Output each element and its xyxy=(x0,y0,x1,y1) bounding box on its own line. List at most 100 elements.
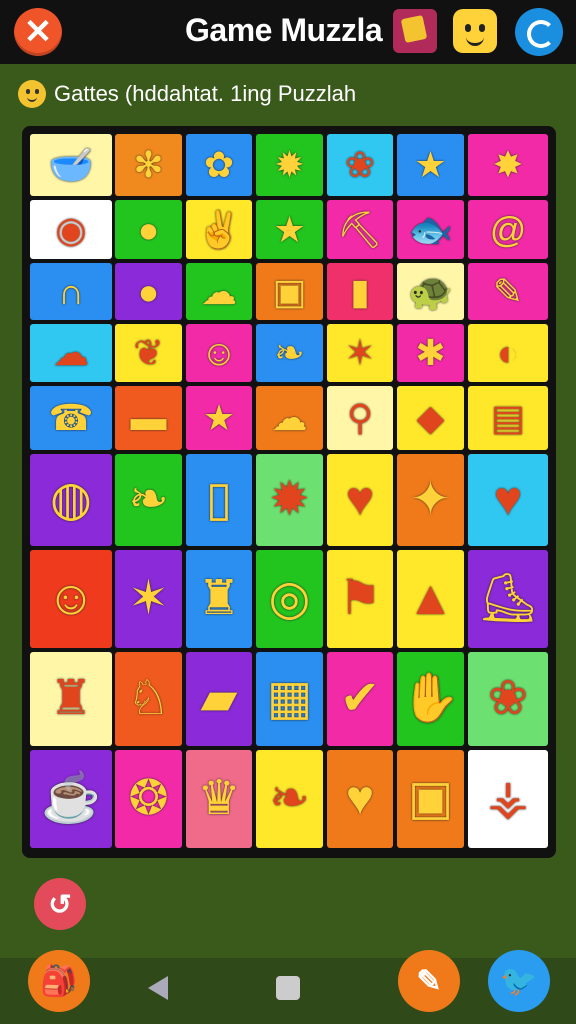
leaf-green-icon: ❧ xyxy=(269,772,310,825)
tile-flower[interactable]: ✿ xyxy=(186,134,252,196)
tile-planet-ring[interactable]: ✶ xyxy=(115,550,182,648)
top-bar: ✕ Game Muzzla xyxy=(0,0,576,64)
book-icon[interactable] xyxy=(393,9,437,53)
tile-pen[interactable]: ⚶ xyxy=(468,750,548,848)
tile-spiral[interactable]: @ xyxy=(468,200,548,259)
phone-check-icon: ✔ xyxy=(339,672,381,725)
tile-star-blue[interactable]: ★ xyxy=(186,386,252,450)
close-button[interactable]: ✕ xyxy=(14,8,62,56)
splat-icon: ✱ xyxy=(415,332,446,373)
tile-target[interactable]: ◎ xyxy=(256,550,323,648)
tile-leaf[interactable]: ❧ xyxy=(256,324,323,382)
cup-icon: ☕ xyxy=(41,772,101,825)
coin-icon: ◉ xyxy=(55,208,87,250)
pen-icon: ⚶ xyxy=(487,772,529,825)
tile-basket[interactable]: ▦ xyxy=(256,652,323,746)
tile-heart-split[interactable]: ♥ xyxy=(327,750,393,848)
tile-fish[interactable]: 🐟 xyxy=(397,200,464,259)
status-line: Gattes (hddahtat. 1ing Puzzlah xyxy=(18,80,356,108)
tile-splat[interactable]: ✱ xyxy=(397,324,464,382)
jug-icon: ♜ xyxy=(49,672,93,725)
tile-gear-flower[interactable]: ❀ xyxy=(327,134,393,196)
tile-jug[interactable]: ♜ xyxy=(30,652,112,746)
tile-ball-stick[interactable]: ◍ xyxy=(30,454,112,546)
pencil-button[interactable]: ✎ xyxy=(398,950,460,1012)
pickaxe-icon: ⛏ xyxy=(337,208,383,250)
tile-radio[interactable]: ▣ xyxy=(256,263,323,320)
twitter-button[interactable]: 🐦 xyxy=(488,950,550,1012)
tile-jar[interactable]: ▯ xyxy=(186,454,252,546)
tile-coin[interactable]: ◉ xyxy=(30,200,112,259)
tile-ball[interactable]: ● xyxy=(115,200,182,259)
tile-apple[interactable]: ♥ xyxy=(327,454,393,546)
carrot-icon: ✋ xyxy=(400,672,461,725)
smiley-icon[interactable] xyxy=(453,9,497,53)
flower-icon: ✿ xyxy=(203,144,235,185)
gear-flower-icon: ❀ xyxy=(344,144,376,185)
tile-phone[interactable]: ☎ xyxy=(30,386,112,450)
swap-button[interactable]: ↺ xyxy=(34,878,86,930)
tile-cloud-face[interactable]: ☁ xyxy=(186,263,252,320)
home-icon[interactable] xyxy=(276,976,300,1000)
tile-leaf-green[interactable]: ❧ xyxy=(256,750,323,848)
tile-orange-dot[interactable]: ● xyxy=(115,263,182,320)
tile-bottle[interactable]: ♜ xyxy=(186,550,252,648)
tile-monitor[interactable]: ▣ xyxy=(397,750,464,848)
tile-heart[interactable]: ♥ xyxy=(468,454,548,546)
tile-star-green[interactable]: ★ xyxy=(256,200,323,259)
shield-icon: ❂ xyxy=(128,772,169,825)
tile-burst[interactable]: ✸ xyxy=(468,134,548,196)
wizard-hat-icon: ▲ xyxy=(406,572,455,625)
star-blue-icon: ★ xyxy=(202,397,236,438)
tile-boot[interactable]: ⛸ xyxy=(468,550,548,648)
tile-turtle[interactable]: 🐢 xyxy=(397,263,464,320)
tile-sun-burst[interactable]: ✹ xyxy=(256,454,323,546)
tile-chick[interactable]: ☺ xyxy=(186,324,252,382)
leaf-orange-icon: ❧ xyxy=(128,473,169,526)
apple-icon: ♥ xyxy=(345,473,375,526)
tile-crayon[interactable]: ▰ xyxy=(186,652,252,746)
tile-sparkle[interactable]: ✦ xyxy=(397,454,464,546)
tile-feather[interactable]: ✎ xyxy=(468,263,548,320)
tile-carrot[interactable]: ✋ xyxy=(397,652,464,746)
tile-sun[interactable]: ✹ xyxy=(256,134,323,196)
tile-hands[interactable]: ✌ xyxy=(186,200,252,259)
orange-dot-icon: ● xyxy=(137,270,160,312)
tile-crab[interactable]: ❀ xyxy=(468,652,548,746)
tile-battery[interactable]: ▮ xyxy=(327,263,393,320)
jar-icon: ▯ xyxy=(205,473,233,526)
bowl-icon: 🥣 xyxy=(48,144,94,185)
back-icon[interactable] xyxy=(148,976,168,1000)
tile-shield[interactable]: ❂ xyxy=(115,750,182,848)
tile-bowl[interactable]: 🥣 xyxy=(30,134,112,196)
starfish-icon: ✻ xyxy=(133,144,164,185)
tile-box[interactable]: ▤ xyxy=(468,386,548,450)
tile-starfish[interactable]: ✻ xyxy=(115,134,182,196)
tile-leaf-orange[interactable]: ❧ xyxy=(115,454,182,546)
heart-split-icon: ♥ xyxy=(345,772,375,825)
tile-gem[interactable]: ◆ xyxy=(397,386,464,450)
tile-star-orange[interactable]: ✶ xyxy=(327,324,393,382)
tile-smile-face[interactable]: ☺ xyxy=(30,550,112,648)
tile-leaf-red[interactable]: ❦ xyxy=(115,324,182,382)
tile-horse[interactable]: ♘ xyxy=(115,652,182,746)
planet-icon: ◐ xyxy=(497,332,519,373)
tile-magnet[interactable]: ∩ xyxy=(30,263,112,320)
tile-pickaxe[interactable]: ⛏ xyxy=(327,200,393,259)
tile-cloud-pink[interactable]: ☁ xyxy=(256,386,323,450)
tile-cup[interactable]: ☕ xyxy=(30,750,112,848)
tile-cage[interactable]: ♛ xyxy=(186,750,252,848)
tile-phone-check[interactable]: ✔ xyxy=(327,652,393,746)
tile-eraser[interactable]: ▬ xyxy=(115,386,182,450)
sparkle-icon: ✦ xyxy=(410,473,451,526)
tile-planet[interactable]: ◐ xyxy=(468,324,548,382)
tile-star[interactable]: ★ xyxy=(397,134,464,196)
tile-wizard-hat[interactable]: ▲ xyxy=(397,550,464,648)
bag-button[interactable]: 🎒 xyxy=(28,950,90,1012)
cloud-face-icon: ☁ xyxy=(201,270,237,312)
swap-icon: ↺ xyxy=(48,888,72,920)
refresh-icon[interactable] xyxy=(515,8,563,56)
tile-cloud[interactable]: ☁ xyxy=(30,324,112,382)
tile-key[interactable]: ⚲ xyxy=(327,386,393,450)
tile-pin[interactable]: ⚑ xyxy=(327,550,393,648)
